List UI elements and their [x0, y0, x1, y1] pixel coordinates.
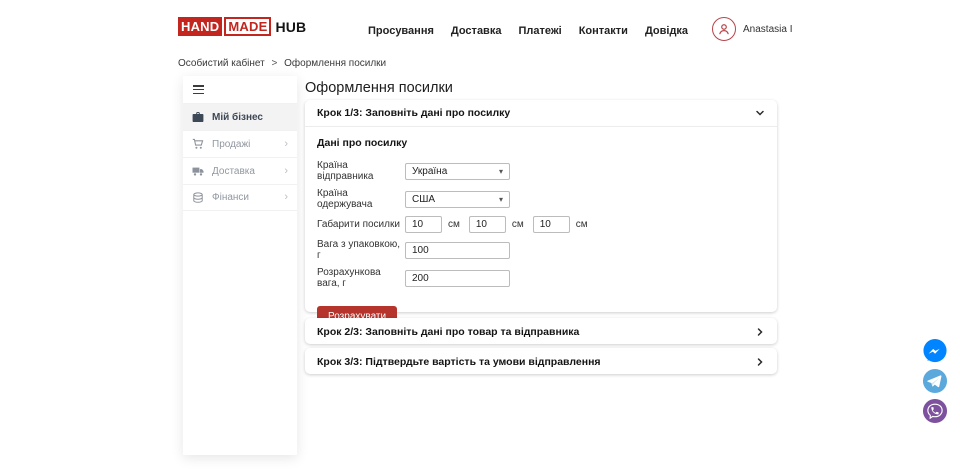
step1-body: Дані про посилку Країна відправника Укра… [305, 127, 777, 337]
sidebar-item-label: Доставка [212, 166, 255, 177]
sender-country-value: Україна [412, 166, 447, 177]
step3-card: Крок 3/3: Підтвердьте вартість та умови … [305, 348, 777, 374]
calculated-weight-row: Розрахункова вага, г [317, 267, 765, 289]
packed-weight-input[interactable] [405, 242, 510, 259]
telegram-button[interactable] [922, 368, 948, 394]
form-section-title: Дані про посилку [317, 137, 765, 149]
viber-icon [922, 398, 948, 424]
step2-label: Крок 2/3: Заповніть дані про товар та ві… [317, 326, 579, 338]
sidebar-item-finance[interactable]: Фінанси › [183, 184, 297, 211]
dimensions-row: Габарити посилки см см см [317, 216, 765, 233]
recipient-country-row: Країна одержувача США ▾ [317, 188, 765, 210]
step1-card: Крок 1/3: Заповніть дані про посилку Дан… [305, 100, 777, 312]
briefcase-icon [192, 111, 204, 123]
sender-country-select[interactable]: Україна ▾ [405, 163, 510, 180]
logo-hub: HUB [273, 20, 306, 34]
page-title: Оформлення посилки [305, 80, 777, 96]
truck-icon [192, 165, 204, 177]
nav-item-payments[interactable]: Платежі [518, 25, 561, 37]
dimensions-label: Габарити посилки [317, 219, 405, 230]
sidebar-item-delivery[interactable]: Доставка › [183, 157, 297, 184]
select-arrow-icon: ▾ [499, 195, 503, 204]
messenger-icon [922, 338, 948, 364]
calculated-weight-input[interactable] [405, 270, 510, 287]
logo-hand: HAND [178, 17, 222, 36]
breadcrumb-current: Оформлення посилки [284, 58, 386, 69]
page: HAND MADE HUB Просування Доставка Платеж… [0, 0, 960, 475]
sidebar-item-label: Фінанси [212, 192, 249, 203]
user-menu[interactable]: Anastasia I [712, 17, 792, 41]
nav-item-help[interactable]: Довідка [645, 25, 688, 37]
recipient-country-value: США [412, 194, 435, 205]
sidebar: Мій бізнес Продажі › [183, 76, 297, 455]
dimension-length-input[interactable] [405, 216, 442, 233]
recipient-country-label: Країна одержувача [317, 188, 405, 210]
main-content: Оформлення посилки Крок 1/3: Заповніть д… [305, 80, 777, 96]
chevron-right-icon: › [284, 139, 288, 150]
sender-country-label: Країна відправника [317, 160, 405, 182]
logo-made: MADE [224, 17, 271, 36]
step3-label: Крок 3/3: Підтвердьте вартість та умови … [317, 356, 601, 368]
step2-header[interactable]: Крок 2/3: Заповніть дані про товар та ві… [305, 318, 777, 345]
step3-header[interactable]: Крок 3/3: Підтвердьте вартість та умови … [305, 348, 777, 375]
user-avatar-icon [712, 17, 736, 41]
telegram-icon [922, 368, 948, 394]
floating-social-buttons [922, 338, 948, 424]
step1-header[interactable]: Крок 1/3: Заповніть дані про посилку [305, 100, 777, 127]
cart-icon [192, 138, 204, 150]
viber-button[interactable] [922, 398, 948, 424]
main-nav: Просування Доставка Платежі Контакти Дов… [368, 25, 688, 37]
nav-item-promotion[interactable]: Просування [368, 25, 434, 37]
sidebar-item-label: Продажі [212, 139, 250, 150]
chevron-right-icon: › [284, 192, 288, 203]
chevron-right-icon: › [284, 166, 288, 177]
chevron-right-icon [755, 327, 765, 337]
messenger-button[interactable] [922, 338, 948, 364]
sidebar-item-my-business[interactable]: Мій бізнес [183, 103, 297, 130]
sender-country-row: Країна відправника Україна ▾ [317, 160, 765, 182]
nav-item-contacts[interactable]: Контакти [579, 25, 628, 37]
unit-cm: см [512, 219, 524, 230]
packed-weight-row: Вага з упаковкою, г [317, 239, 765, 261]
sidebar-item-sales[interactable]: Продажі › [183, 130, 297, 157]
nav-item-delivery[interactable]: Доставка [451, 25, 502, 37]
chevron-down-icon [755, 108, 765, 118]
step1-label: Крок 1/3: Заповніть дані про посилку [317, 107, 510, 119]
step2-card: Крок 2/3: Заповніть дані про товар та ві… [305, 318, 777, 344]
select-arrow-icon: ▾ [499, 167, 503, 176]
unit-cm: см [448, 219, 460, 230]
sidebar-item-label: Мій бізнес [212, 112, 263, 123]
chevron-right-icon [755, 357, 765, 367]
dimension-width-input[interactable] [469, 216, 506, 233]
breadcrumb: Особистий кабінет > Оформлення посилки [178, 58, 386, 69]
calculated-weight-label: Розрахункова вага, г [317, 267, 405, 289]
breadcrumb-cabinet[interactable]: Особистий кабінет [178, 58, 265, 69]
logo[interactable]: HAND MADE HUB [178, 17, 306, 36]
packed-weight-label: Вага з упаковкою, г [317, 239, 405, 261]
breadcrumb-separator: > [272, 58, 278, 69]
user-name: Anastasia I [743, 24, 792, 35]
coins-icon [192, 192, 204, 204]
unit-cm: см [576, 219, 588, 230]
recipient-country-select[interactable]: США ▾ [405, 191, 510, 208]
dimension-height-input[interactable] [533, 216, 570, 233]
hamburger-menu-icon[interactable] [183, 76, 215, 103]
